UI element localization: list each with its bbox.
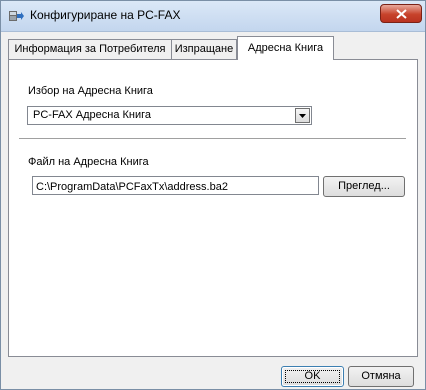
focus-rectangle	[285, 370, 340, 383]
tab-sending-label: Изпращане	[174, 43, 234, 55]
tab-sending[interactable]: Изпращане	[171, 39, 237, 59]
tab-address-book-label: Адресна Книга	[247, 42, 324, 54]
title-bar: Конфигуриране на PC-FAX	[1, 1, 425, 32]
cancel-button[interactable]: Отмяна	[348, 366, 414, 387]
ok-button[interactable]: OK	[281, 366, 344, 387]
address-book-select-value: PC-FAX Адресна Книга	[33, 109, 152, 121]
browse-button[interactable]: Преглед...	[323, 176, 405, 197]
address-book-file-path[interactable]	[32, 176, 319, 195]
address-book-select-label: Избор на Адресна Книга	[28, 85, 153, 97]
separator	[19, 138, 406, 140]
window-title: Конфигуриране на PC-FAX	[30, 8, 181, 22]
address-book-file-label: Файл на Адресна Книга	[28, 156, 149, 168]
close-icon	[396, 9, 407, 19]
tab-address-book[interactable]: Адресна Книга	[237, 36, 334, 60]
address-book-select[interactable]: PC-FAX Адресна Книга	[27, 106, 312, 125]
pc-fax-config-dialog: Конфигуриране на PC-FAX Информация за По…	[0, 0, 426, 390]
tab-user-info[interactable]: Информация за Потребителя	[8, 39, 172, 59]
address-book-panel	[8, 59, 418, 357]
pc-fax-app-icon	[9, 11, 24, 21]
chevron-down-icon	[299, 114, 306, 118]
tab-user-info-label: Информация за Потребителя	[14, 43, 166, 55]
close-button[interactable]	[380, 4, 422, 23]
dropdown-button[interactable]	[295, 108, 310, 123]
